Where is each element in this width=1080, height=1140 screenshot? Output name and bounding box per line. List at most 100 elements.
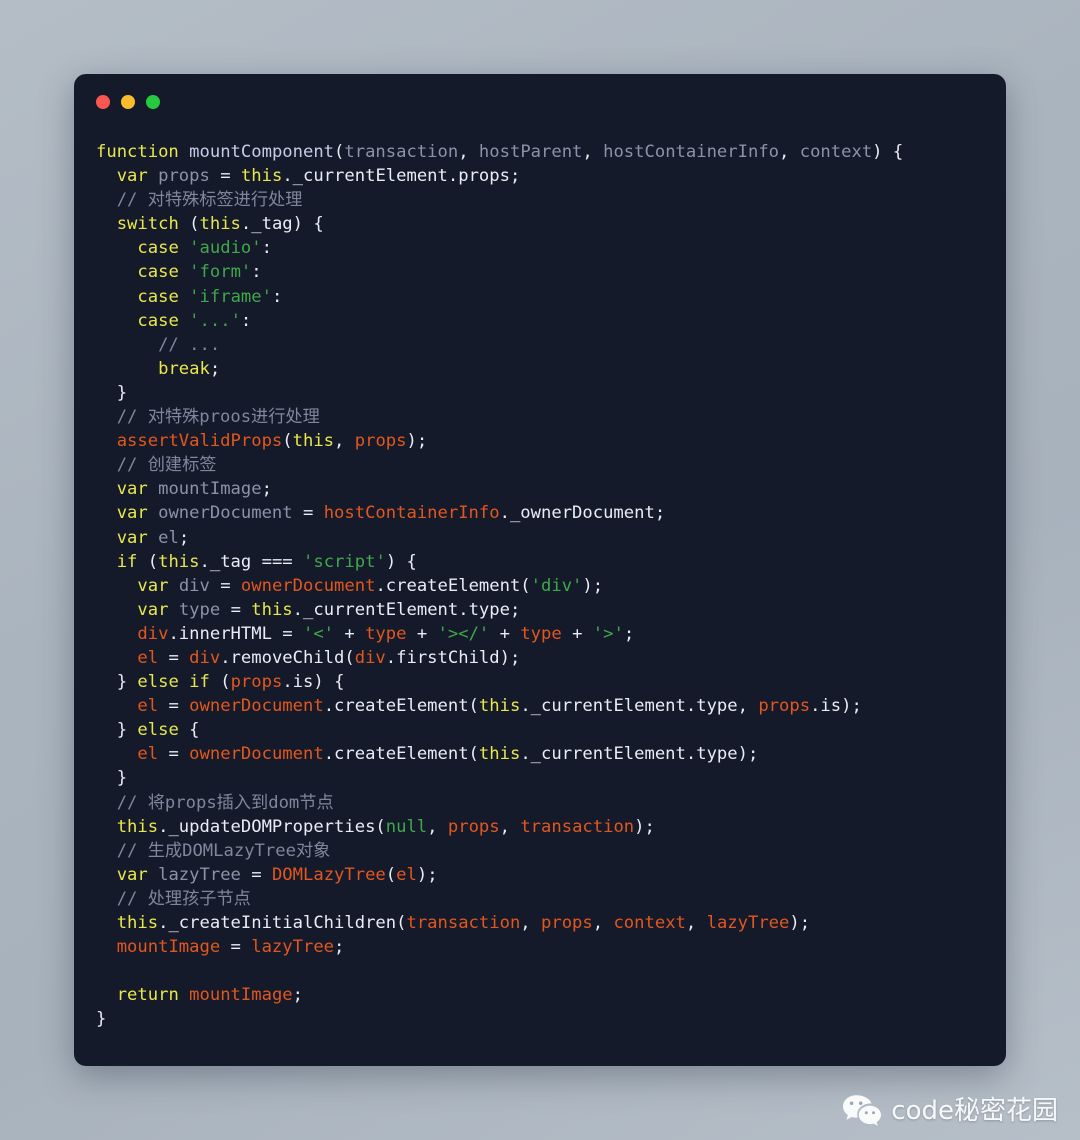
code-line: el = ownerDocument.createElement(this._c…: [96, 694, 1006, 718]
code-token: ) {: [313, 672, 345, 693]
code-token: lazyTree: [158, 864, 241, 885]
code-line: break;: [96, 357, 1006, 381]
code-token: lazyTree: [251, 937, 335, 958]
code-token: =: [209, 575, 241, 596]
code-token: props: [447, 816, 500, 837]
code-token: ownerDocument: [240, 575, 376, 596]
code-token: div: [137, 623, 169, 644]
code-token: context: [613, 913, 686, 933]
code-token: ._updateDOMProperties(: [158, 816, 386, 837]
code-token: this: [199, 214, 241, 235]
code-body: function mountComponent(transaction, hos…: [74, 130, 1006, 1031]
code-token: type: [178, 599, 221, 620]
code-token: :: [251, 262, 262, 283]
code-token: ._currentElement.type;: [292, 599, 521, 620]
watermark: code秘密花园: [842, 1094, 1058, 1128]
code-token: .createElement(: [375, 575, 531, 596]
code-token: =: [220, 599, 252, 620]
code-token: }: [96, 1009, 107, 1030]
code-token: hostContainerInfo: [603, 142, 780, 162]
code-token: (: [334, 142, 345, 162]
code-token: =: [158, 696, 190, 717]
code-token: if: [116, 551, 138, 572]
code-token: ;: [261, 479, 272, 500]
code-token: function: [96, 142, 179, 162]
code-token: );: [634, 816, 655, 837]
code-line: case 'audio':: [96, 236, 1006, 260]
code-token: this: [240, 166, 283, 187]
code-token: ) {: [385, 551, 417, 572]
code-line: // 将props插入到dom节点: [96, 791, 1006, 815]
code-block[interactable]: function mountComponent(transaction, hos…: [96, 140, 1006, 1031]
code-token: +: [334, 623, 366, 644]
code-token: var: [116, 479, 148, 500]
code-token: null: [385, 816, 428, 837]
code-token: '<': [302, 623, 335, 644]
close-button[interactable]: [96, 95, 110, 109]
code-line: if (this._tag === 'script') {: [96, 550, 1006, 574]
code-token: ownerDocument: [189, 744, 324, 765]
code-token: props: [158, 166, 210, 187]
code-token: var: [137, 575, 169, 596]
code-token: =: [158, 744, 190, 765]
code-token: =: [220, 937, 252, 958]
code-line: var mountImage;: [96, 477, 1006, 501]
code-line: // 处理孩子节点: [96, 887, 1006, 911]
code-line: var type = this._currentElement.type;: [96, 598, 1006, 622]
code-token: mountComponent: [189, 142, 335, 162]
code-line: }: [96, 766, 1006, 790]
code-line: // 对特殊proos进行处理: [96, 405, 1006, 429]
zoom-button[interactable]: [146, 95, 160, 109]
code-token: ;: [292, 985, 303, 1006]
code-token: transaction: [344, 142, 459, 162]
code-token: ;: [209, 358, 221, 379]
minimize-button[interactable]: [121, 95, 135, 109]
code-token: {: [178, 720, 200, 741]
code-line: var div = ownerDocument.createElement('d…: [96, 574, 1006, 598]
code-token: ;: [623, 623, 635, 644]
code-line: case 'iframe':: [96, 285, 1006, 309]
code-token: this: [116, 913, 159, 933]
code-token: // 处理孩子节点: [96, 888, 251, 909]
code-token: div: [189, 647, 221, 668]
code-token: var: [116, 503, 148, 524]
code-token: ._currentElement.props;: [282, 166, 521, 187]
code-token: .createElement(: [323, 744, 479, 765]
code-token: assertValidProps: [116, 431, 283, 452]
code-token: props: [541, 913, 593, 933]
code-token: :: [271, 286, 283, 307]
code-token: ,: [334, 431, 355, 452]
code-token: case: [137, 286, 179, 307]
code-token: ._ownerDocument;: [499, 503, 666, 524]
code-token: ;: [178, 527, 190, 548]
code-token: ===: [251, 551, 304, 572]
code-token: ) {: [292, 214, 324, 235]
code-token: DOMLazyTree: [271, 864, 386, 885]
code-token: props: [354, 431, 407, 452]
code-token: ._tag: [199, 551, 252, 572]
code-token: // 将props插入到dom节点: [96, 792, 334, 813]
code-line: }: [96, 381, 1006, 405]
code-token: ,: [737, 696, 759, 717]
code-token: .is: [282, 672, 314, 693]
code-token: ,: [458, 142, 479, 162]
code-token: }: [96, 768, 128, 789]
code-token: 'audio': [189, 238, 262, 259]
code-token: +: [406, 623, 438, 644]
code-token: );: [406, 431, 428, 452]
